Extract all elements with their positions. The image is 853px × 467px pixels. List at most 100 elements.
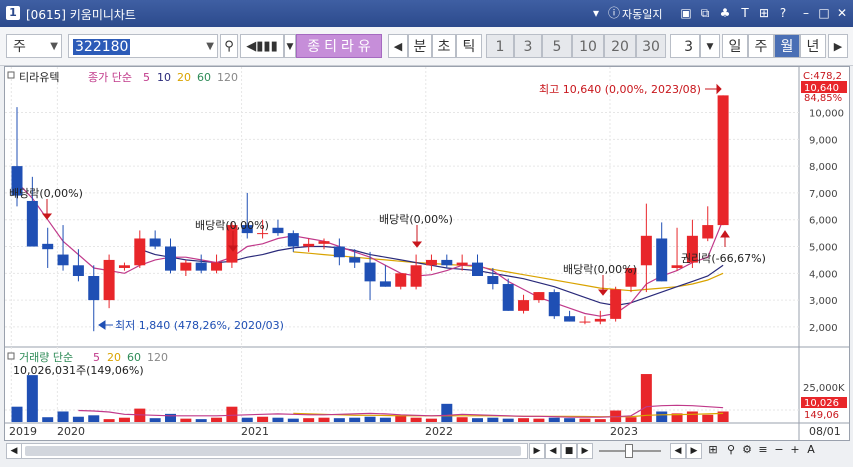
candle-body <box>395 273 407 287</box>
step-forward-icon[interactable]: ▶ <box>577 443 593 459</box>
scroll-left-icon[interactable]: ◀ <box>6 443 22 459</box>
price-axis-tick: 10,000 <box>809 109 844 120</box>
candle-body <box>211 262 223 271</box>
interval-button[interactable]: 20 <box>604 34 636 58</box>
price-axis-tick: 6,000 <box>809 216 838 227</box>
text-icon[interactable]: T <box>737 4 753 22</box>
minimize-icon[interactable]: – <box>798 4 814 22</box>
candle-body <box>548 292 560 317</box>
scrollbar-thumb[interactable] <box>25 446 521 456</box>
chevron-down-icon[interactable]: ▼ <box>284 34 296 58</box>
volume-bar <box>441 403 453 422</box>
next-arrow-icon[interactable]: ▶ <box>828 34 848 58</box>
candle-body <box>26 200 38 247</box>
market-value: 주 <box>13 39 26 55</box>
maximize-icon[interactable]: □ <box>816 4 832 22</box>
stop-icon[interactable]: ■ <box>561 443 577 459</box>
legend-ma-period: 60 <box>197 71 211 84</box>
zoom-next-icon[interactable]: ▶ <box>686 443 702 459</box>
horizontal-scrollbar[interactable] <box>21 443 528 459</box>
zoom-out-icon[interactable]: − <box>772 443 786 457</box>
search-icon[interactable]: ⚲ <box>724 443 738 457</box>
speaker-icon[interactable]: ◀▮▮▮ <box>240 34 284 58</box>
interval-input[interactable]: 3 <box>670 34 700 58</box>
time-axis-label: 2023 <box>610 425 638 438</box>
period-button-tick[interactable]: 틱 <box>456 34 482 58</box>
candle-body <box>72 265 84 276</box>
candle-body <box>364 262 376 282</box>
interval-button[interactable]: 5 <box>542 34 572 58</box>
chart-area[interactable]: 10,000 9,000 8,000 7,000 6,000 5,000 4,000 3,00… <box>4 66 850 441</box>
interval-button[interactable]: 1 <box>486 34 514 58</box>
info-icon[interactable]: ⓘ <box>606 4 622 22</box>
zoom-prev-icon[interactable]: ◀ <box>670 443 686 459</box>
user-icon[interactable]: ♣ <box>717 4 733 22</box>
cycle-button-month[interactable]: 월 <box>774 34 800 58</box>
period-button-second[interactable]: 초 <box>432 34 456 58</box>
dividend-annotation: 배당락(0,00%) <box>195 219 269 232</box>
legend-volume-label: 거래량 단순 <box>19 351 73 364</box>
volume-bar <box>533 418 545 422</box>
play-icon[interactable]: ▶ <box>529 443 545 459</box>
settings-icon[interactable]: ⚙ <box>740 443 754 457</box>
legend-vol-period: 5 <box>93 351 100 364</box>
candle-body <box>287 233 299 247</box>
grid-icon[interactable]: ⊞ <box>756 4 772 22</box>
volume-bar <box>518 418 530 422</box>
interval-button[interactable]: 3 <box>514 34 542 58</box>
volume-bar <box>410 417 422 422</box>
candle-body <box>103 259 115 301</box>
market-select[interactable]: 주 ▼ <box>6 34 62 58</box>
candle-body <box>656 238 668 282</box>
dividend-arrow <box>411 225 423 248</box>
candle-body <box>272 227 284 234</box>
grid-view-icon[interactable]: ⊞ <box>706 443 720 457</box>
period-button-minute[interactable]: 분 <box>408 34 432 58</box>
high-arrow <box>705 83 722 95</box>
stock-name-box[interactable]: 종티라유 <box>296 34 382 58</box>
price-volume-chart[interactable]: 10,000 9,000 8,000 7,000 6,000 5,000 4,000 3,00… <box>5 67 849 440</box>
rights-annotation: 권리락(-66,67%) <box>681 252 766 265</box>
screen-icon[interactable]: ▣ <box>678 4 694 22</box>
auto-log-button[interactable]: 자동일지 <box>622 6 662 22</box>
volume-bar <box>472 418 483 422</box>
volume-bar <box>57 411 69 422</box>
zoom-in-icon[interactable]: + <box>788 443 802 457</box>
chevron-down-icon[interactable]: ▾ <box>588 4 604 22</box>
search-icon[interactable]: ⚲ <box>220 34 238 58</box>
volume-bar <box>656 411 668 422</box>
candle-body <box>165 246 176 271</box>
legend-ma-period: 20 <box>177 71 191 84</box>
link-icon[interactable]: ⧉ <box>697 4 713 22</box>
zoom-slider-thumb[interactable] <box>625 444 633 458</box>
interval-button[interactable]: 10 <box>572 34 604 58</box>
candle-body <box>502 284 514 311</box>
time-axis-right-label: 08/01 <box>809 425 841 438</box>
toolbar: 주 ▼ 322180 ▼ ⚲ ◀▮▮▮ ▼ 종티라유 ◀ 분 초 틱 1 3 5… <box>0 27 853 66</box>
chevron-down-icon[interactable]: ▼ <box>700 34 720 58</box>
close-icon[interactable]: ✕ <box>834 4 850 22</box>
menu-icon[interactable]: ≡ <box>756 443 770 457</box>
volume-bar <box>241 417 253 422</box>
volume-bar <box>333 418 345 422</box>
prev-arrow-icon[interactable]: ◀ <box>388 34 408 58</box>
legend-ma-label: 종가 단순 <box>88 71 132 84</box>
step-back-icon[interactable]: ◀ <box>545 443 561 459</box>
font-size-icon[interactable]: A <box>804 443 818 457</box>
cycle-button-day[interactable]: 일 <box>722 34 748 58</box>
cycle-button-year[interactable]: 년 <box>800 34 826 58</box>
cycle-button-week[interactable]: 주 <box>748 34 774 58</box>
dividend-arrow <box>41 199 53 220</box>
zoom-slider[interactable] <box>595 443 665 458</box>
candle-body <box>349 257 361 263</box>
legend-vol-period: 60 <box>127 351 141 364</box>
price-axis-top-badge: C:478,2 <box>803 71 842 82</box>
interval-button[interactable]: 30 <box>636 34 666 58</box>
code-input[interactable]: 322180 ▼ <box>68 34 218 58</box>
volume-bar <box>211 417 223 422</box>
volume-bar <box>625 417 637 422</box>
candle-body <box>88 276 100 301</box>
price-axis-tick: 4,000 <box>809 269 838 280</box>
legend-ma-period: 120 <box>217 71 238 84</box>
help-icon[interactable]: ? <box>775 4 791 22</box>
